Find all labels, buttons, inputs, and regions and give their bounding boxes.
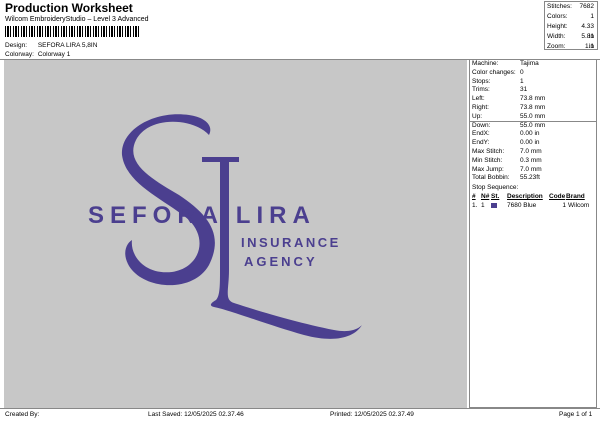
- spec-row: Min Stitch: 0.3 mm: [472, 157, 545, 166]
- spec-label: Left:: [472, 95, 485, 103]
- colorway-row: Colorway: Colorway 1: [5, 51, 70, 58]
- spec-value: 31: [520, 86, 528, 94]
- stop-sequence: Stop Sequence: # N# St. Description Code…: [472, 183, 594, 210]
- design-value: SEFORA LIRA 5,8IN: [37, 42, 98, 49]
- spec-row: Down: 55.0 mm: [472, 122, 545, 131]
- spec-value: 7.0 mm: [520, 147, 542, 155]
- spec-label: Max Stitch:: [472, 147, 505, 155]
- design-preview: SEFORA LIRA INSURANCE AGENCY: [4, 60, 467, 408]
- spec-row: Trims: 31: [472, 86, 545, 95]
- spec-value: 73.8 mm: [520, 95, 546, 103]
- stop-num: 1.: [472, 202, 478, 209]
- printed-date: Printed: 12/05/2025 02.37.49: [330, 411, 414, 418]
- stop-sequence-header: # N# St. Description Code Brand: [472, 192, 594, 201]
- barcode: [5, 26, 140, 37]
- spec-value: 55.0 mm: [520, 121, 546, 129]
- embroidery-design: SEFORA LIRA INSURANCE AGENCY: [88, 114, 362, 339]
- colors-label: Colors:: [547, 13, 568, 20]
- spec-row: Total Bobbin: 55.23ft: [472, 174, 545, 183]
- stop-sequence-title: Stop Sequence:: [472, 184, 519, 191]
- col-code: Code: [549, 193, 566, 200]
- spec-value: 1: [520, 77, 524, 85]
- footer-divider: [0, 408, 600, 409]
- design-line1: SEFORA LIRA: [88, 202, 316, 229]
- colorway-value: Colorway 1: [37, 51, 71, 58]
- width-value: 5.81 in: [581, 33, 594, 50]
- spec-row: EndY: 0.00 in: [472, 139, 545, 148]
- spec-value: Tajima: [520, 60, 539, 67]
- spec-row: EndX: 0.00 in: [472, 130, 545, 139]
- spec-row: Right: 73.8 mm: [472, 104, 545, 113]
- spec-row: Left: 73.8 mm: [472, 95, 545, 104]
- stop-brand: Wilcom: [568, 202, 590, 209]
- color-swatch: [491, 202, 497, 208]
- spec-value: 0.3 mm: [520, 156, 542, 164]
- spec-label: Total Bobbin:: [472, 174, 510, 182]
- col-stitches: St.: [491, 193, 500, 200]
- height-label: Height:: [547, 23, 568, 30]
- spec-value: 0: [520, 68, 524, 76]
- stitches-value: 7682: [579, 3, 594, 10]
- colors-value: 1: [590, 13, 594, 20]
- stitches-label: Stitches:: [547, 3, 572, 10]
- design-line3: AGENCY: [244, 254, 318, 269]
- width-label: Width:: [547, 33, 566, 40]
- spec-value: 73.8 mm: [520, 103, 546, 111]
- spec-label: Color changes:: [472, 68, 516, 76]
- zoom-label: Zoom:: [547, 43, 566, 50]
- stop-stitches-cell: [491, 201, 507, 210]
- software-name: Wilcom EmbroideryStudio – Level 3 Advanc…: [5, 16, 149, 23]
- spec-value: 0.00 in: [520, 130, 540, 138]
- design-row: Design: SEFORA LIRA 5,8IN: [5, 42, 97, 49]
- spec-label: Stops:: [472, 77, 491, 85]
- spec-label: Down:: [472, 121, 491, 129]
- spec-row: Max Jump: 7.0 mm: [472, 166, 545, 175]
- col-description: Description: [507, 193, 543, 200]
- zoom-value: 1:1: [584, 43, 594, 50]
- stop-description-cell: 7680 Blue: [507, 201, 549, 210]
- stop-needle: 1: [481, 202, 485, 209]
- stop-description: Blue: [523, 202, 537, 209]
- spec-label: EndY:: [472, 139, 490, 147]
- panel-divider: [469, 121, 597, 122]
- col-brand: Brand: [566, 193, 585, 200]
- colorway-label: Colorway:: [5, 51, 34, 58]
- col-needle: N#: [481, 193, 490, 200]
- spec-row: Color changes: 0: [472, 69, 545, 78]
- design-line2: INSURANCE: [241, 235, 341, 250]
- design-label: Design:: [5, 42, 28, 49]
- spec-label: Right:: [472, 103, 489, 111]
- col-num: #: [472, 193, 476, 200]
- spec-label: Trims:: [472, 86, 490, 94]
- spec-value: 0.00 in: [520, 139, 540, 147]
- spec-value: 55.23ft: [520, 174, 540, 182]
- spec-value: 7.0 mm: [520, 165, 542, 173]
- spec-label: Machine:: [472, 60, 499, 67]
- height-value: 4.33 in: [581, 23, 594, 40]
- spec-row: Machine: Tajima: [472, 60, 545, 69]
- monogram-s: [121, 114, 215, 286]
- stop-row: 1. 1 7680 Blue 1 Wilcom: [472, 201, 594, 210]
- spec-label: Min Stitch:: [472, 156, 503, 164]
- page-number: Page 1 of 1: [559, 411, 593, 418]
- worksheet-title: Production Worksheet: [5, 1, 133, 15]
- spec-row: Stops: 1: [472, 78, 545, 87]
- summary-box: Stitches: 7682 Colors: 1 Height: 4.33 in Wi…: [544, 1, 598, 50]
- spec-label: Max Jump:: [472, 165, 504, 173]
- last-saved: Last Saved: 12/05/2025 02.37.46: [148, 411, 244, 418]
- properties-panel: Machine: Tajima Color changes: 0 Stops: 1 Trim…: [469, 60, 597, 408]
- stop-stitches: 7680: [507, 202, 522, 209]
- spec-label: EndX:: [472, 130, 490, 138]
- spec-row: Max Stitch: 7.0 mm: [472, 148, 545, 157]
- created-by: Created By:: [5, 411, 40, 418]
- stop-code: 1: [562, 202, 566, 209]
